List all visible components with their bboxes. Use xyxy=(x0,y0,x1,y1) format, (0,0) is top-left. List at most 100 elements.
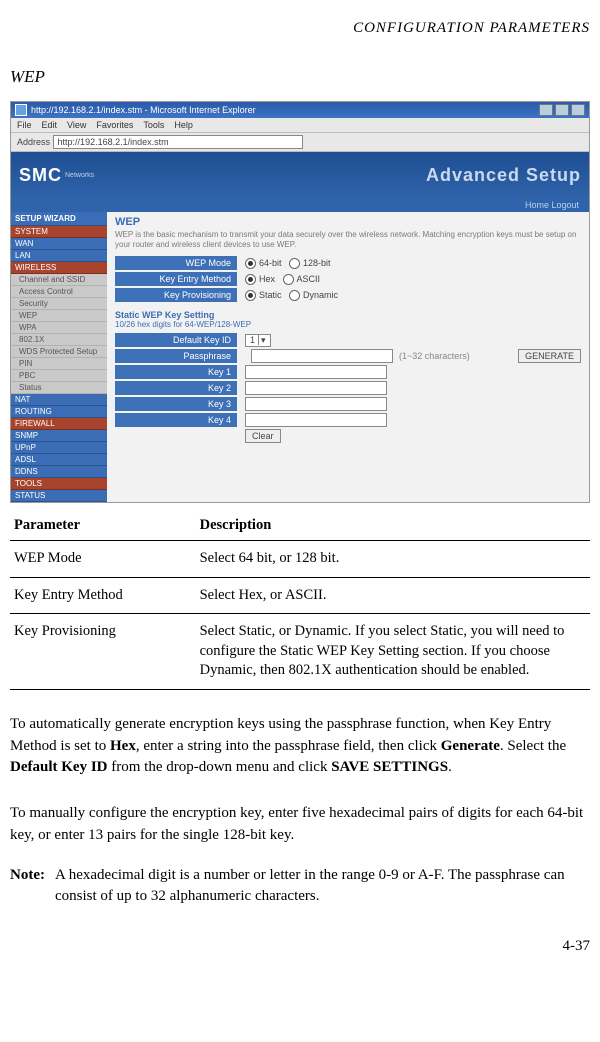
row-wep-mode: WEP Mode 64-bit 128-bit xyxy=(115,256,581,270)
section-title-wep: WEP xyxy=(10,67,590,87)
sidebar-sub-8021x[interactable]: 802.1X xyxy=(11,334,107,346)
sidebar-sub-pin[interactable]: PIN xyxy=(11,358,107,370)
close-button[interactable] xyxy=(571,104,585,116)
sidebar-item-wan[interactable]: WAN xyxy=(11,238,107,250)
note-block: Note: A hexadecimal digit is a number or… xyxy=(10,865,590,909)
label-key4: Key 4 xyxy=(115,413,237,427)
passphrase-input[interactable] xyxy=(251,349,393,363)
sidebar-item-status2[interactable]: STATUS xyxy=(11,490,107,502)
static-wep-title: Static WEP Key Setting xyxy=(115,310,581,320)
menu-edit[interactable]: Edit xyxy=(42,120,58,130)
key4-input[interactable] xyxy=(245,413,387,427)
sidebar-item-routing[interactable]: ROUTING xyxy=(11,406,107,418)
panel-title: WEP xyxy=(115,216,581,228)
maximize-button[interactable] xyxy=(555,104,569,116)
label-wep-mode: WEP Mode xyxy=(115,256,237,270)
label-provisioning: Key Provisioning xyxy=(115,288,237,302)
key3-input[interactable] xyxy=(245,397,387,411)
radio-ascii[interactable] xyxy=(283,274,294,285)
content-panel: WEP WEP is the basic mechanism to transm… xyxy=(107,212,589,502)
browser-menubar[interactable]: File Edit View Favorites Tools Help xyxy=(11,118,589,133)
sidebar-sub-channel[interactable]: Channel and SSID xyxy=(11,274,107,286)
radio-64bit[interactable] xyxy=(245,258,256,269)
sidebar-item-system[interactable]: SYSTEM xyxy=(11,226,107,238)
radio-static[interactable] xyxy=(245,290,256,301)
row-passphrase: Passphrase (1~32 characters) GENERATE xyxy=(115,349,581,363)
clear-button[interactable]: Clear xyxy=(245,429,281,443)
cell-param: WEP Mode xyxy=(10,541,196,578)
running-header: CONFIGURATION PARAMETERS xyxy=(10,20,590,37)
sidebar-item-ddns[interactable]: DDNS xyxy=(11,466,107,478)
sidebar-item-snmp[interactable]: SNMP xyxy=(11,430,107,442)
sidebar-sub-wpa[interactable]: WPA xyxy=(11,322,107,334)
generate-button[interactable]: GENERATE xyxy=(518,349,581,363)
label-default-key: Default Key ID xyxy=(115,333,237,347)
key2-input[interactable] xyxy=(245,381,387,395)
sidebar: SETUP WIZARD SYSTEM WAN LAN WIRELESS Cha… xyxy=(11,212,107,502)
note-text: A hexadecimal digit is a number or lette… xyxy=(55,865,590,909)
cell-desc: Select Static, or Dynamic. If you select… xyxy=(196,614,590,690)
table-row: Key Entry Method Select Hex, or ASCII. xyxy=(10,577,590,614)
sidebar-sub-wds[interactable]: WDS Protected Setup xyxy=(11,346,107,358)
row-provisioning: Key Provisioning Static Dynamic xyxy=(115,288,581,302)
panel-desc: WEP is the basic mechanism to transmit y… xyxy=(115,230,581,250)
address-bar: Address http://192.168.2.1/index.stm xyxy=(11,133,589,152)
window-buttons[interactable] xyxy=(539,104,585,116)
radio-dynamic[interactable] xyxy=(289,290,300,301)
sidebar-item-upnp[interactable]: UPnP xyxy=(11,442,107,454)
row-default-key: Default Key ID 1▾ xyxy=(115,333,581,347)
label-key3: Key 3 xyxy=(115,397,237,411)
brand-logo: SMC xyxy=(19,165,62,186)
table-row: WEP Mode Select 64 bit, or 128 bit. xyxy=(10,541,590,578)
sidebar-sub-access[interactable]: Access Control xyxy=(11,286,107,298)
parameter-table: Parameter Description WEP Mode Select 64… xyxy=(10,511,590,690)
sidebar-sub-wep[interactable]: WEP xyxy=(11,310,107,322)
cell-param: Key Provisioning xyxy=(10,614,196,690)
menu-file[interactable]: File xyxy=(17,120,32,130)
opt-ascii: ASCII xyxy=(297,274,321,284)
radio-hex[interactable] xyxy=(245,274,256,285)
address-label: Address xyxy=(17,137,50,147)
default-key-select[interactable]: 1▾ xyxy=(245,334,271,347)
paragraph-manual: To manually configure the encryption key… xyxy=(10,803,590,847)
radio-128bit[interactable] xyxy=(289,258,300,269)
note-label: Note: xyxy=(10,865,45,909)
row-clear: . Clear xyxy=(115,429,581,443)
sidebar-sub-status[interactable]: Status xyxy=(11,382,107,394)
menu-view[interactable]: View xyxy=(67,120,86,130)
label-key1: Key 1 xyxy=(115,365,237,379)
brand-links[interactable]: Home Logout xyxy=(11,198,589,212)
brand-bar: SMC Networks Advanced Setup xyxy=(11,152,589,198)
th-parameter: Parameter xyxy=(10,511,196,541)
cell-desc: Select 64 bit, or 128 bit. xyxy=(196,541,590,578)
menu-favorites[interactable]: Favorites xyxy=(96,120,133,130)
cell-param: Key Entry Method xyxy=(10,577,196,614)
sidebar-item-nat[interactable]: NAT xyxy=(11,394,107,406)
sidebar-sub-pbc[interactable]: PBC xyxy=(11,370,107,382)
menu-help[interactable]: Help xyxy=(174,120,193,130)
sidebar-sub-security[interactable]: Security xyxy=(11,298,107,310)
brand-subtext: Networks xyxy=(65,172,94,179)
label-passphrase: Passphrase xyxy=(115,349,237,363)
row-key2: Key 2 xyxy=(115,381,581,395)
address-input[interactable]: http://192.168.2.1/index.stm xyxy=(53,135,303,149)
row-key1: Key 1 xyxy=(115,365,581,379)
paragraph-auto-generate: To automatically generate encryption key… xyxy=(10,714,590,779)
label-key2: Key 2 xyxy=(115,381,237,395)
minimize-button[interactable] xyxy=(539,104,553,116)
sidebar-item-firewall[interactable]: FIREWALL xyxy=(11,418,107,430)
menu-tools[interactable]: Tools xyxy=(143,120,164,130)
key1-input[interactable] xyxy=(245,365,387,379)
sidebar-item-tools[interactable]: TOOLS xyxy=(11,478,107,490)
th-description: Description xyxy=(196,511,590,541)
ie-icon xyxy=(15,104,27,116)
opt-static: Static xyxy=(259,290,282,300)
banner-title: Advanced Setup xyxy=(426,165,581,186)
sidebar-item-wireless[interactable]: WIRELESS xyxy=(11,262,107,274)
row-key3: Key 3 xyxy=(115,397,581,411)
sidebar-item-adsl[interactable]: ADSL xyxy=(11,454,107,466)
opt-128bit: 128-bit xyxy=(303,258,331,268)
sidebar-setup-wizard[interactable]: SETUP WIZARD xyxy=(11,212,107,226)
cell-desc: Select Hex, or ASCII. xyxy=(196,577,590,614)
sidebar-item-lan[interactable]: LAN xyxy=(11,250,107,262)
